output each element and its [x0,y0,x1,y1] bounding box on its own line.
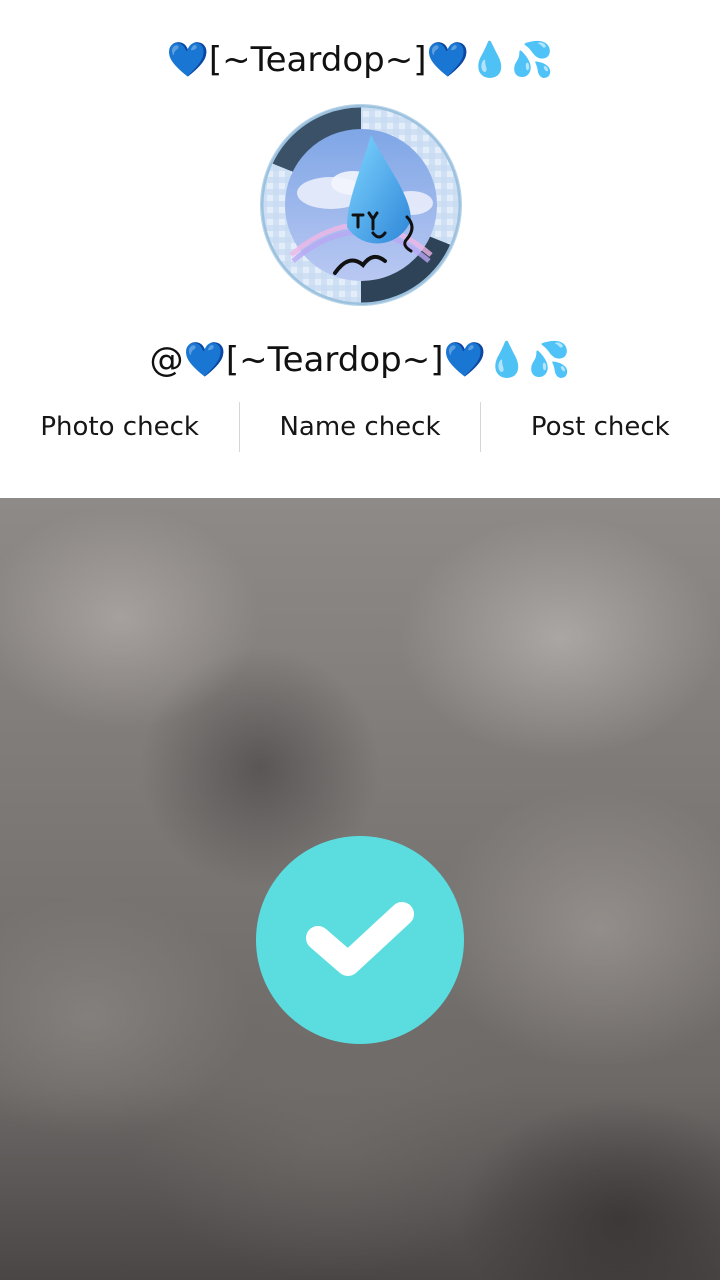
avatar-image [261,105,461,305]
tab-photo-check[interactable]: Photo check [0,400,239,454]
profile-check-screen: 💙[~Teardop~]💙💧💦 @💙[~Teardop~]💙💧💦 Photo c… [0,0,720,1280]
tab-post-check[interactable]: Post check [481,400,720,454]
confirm-check-button[interactable] [256,836,464,1044]
check-tabs: Photo check Name check Post check [0,400,720,454]
tab-name-check[interactable]: Name check [240,400,479,454]
profile-header: 💙[~Teardop~]💙💧💦 @💙[~Teardop~]💙💧💦 Photo c… [0,0,720,498]
avatar[interactable] [261,105,461,305]
display-name: 💙[~Teardop~]💙💧💦 [166,40,554,80]
checkmark-icon [306,902,414,976]
username-handle: @💙[~Teardop~]💙💧💦 [149,340,571,380]
